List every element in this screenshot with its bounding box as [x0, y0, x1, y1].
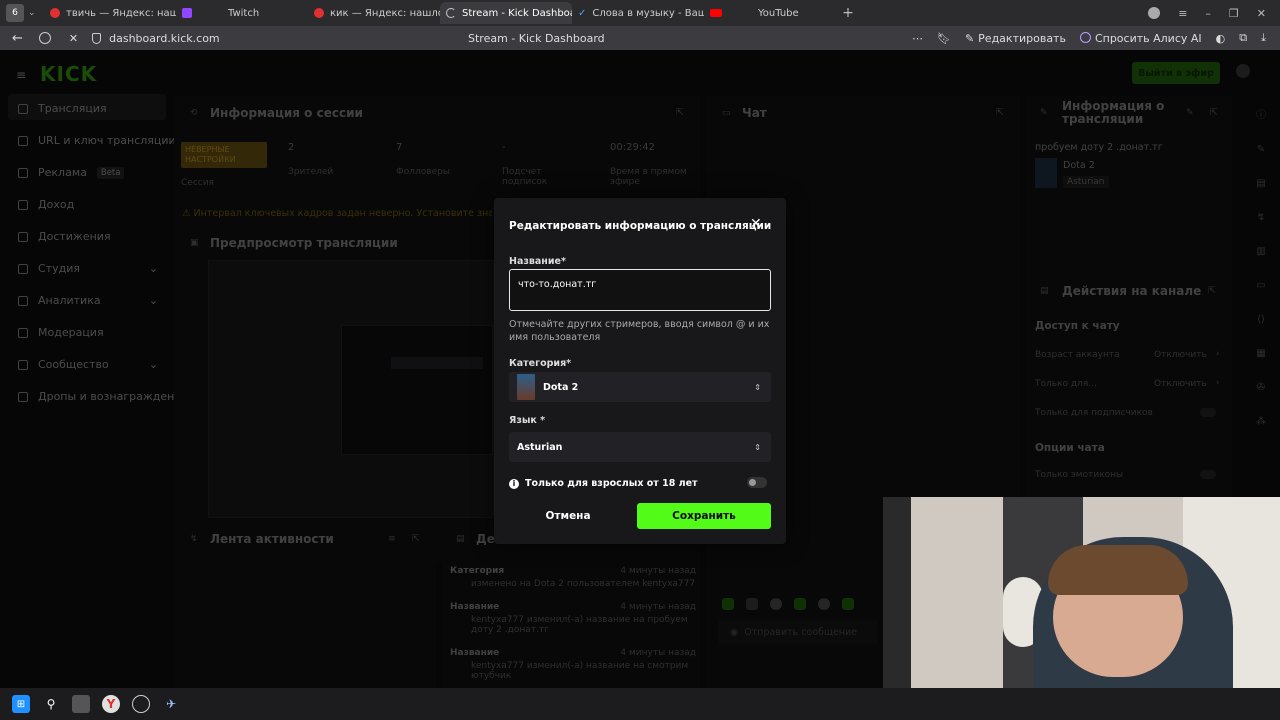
twitch-favicon-icon: [182, 8, 192, 18]
language-field-label: Язык *: [509, 415, 546, 426]
windows-start-icon[interactable]: ⊞: [12, 695, 30, 713]
download-icon[interactable]: ⤓: [1261, 31, 1266, 45]
alice-ai-icon[interactable]: Спросить Алису AI: [1079, 31, 1202, 45]
search-icon[interactable]: ⚲: [42, 695, 60, 713]
obs-icon[interactable]: [132, 695, 150, 713]
category-select[interactable]: Dota 2 ⇕: [509, 372, 771, 402]
adult-content-toggle[interactable]: [747, 477, 767, 488]
select-arrows-icon: ⇕: [754, 382, 761, 392]
webcam-overlay: [883, 497, 1280, 688]
close-window-icon[interactable]: ✕: [1257, 7, 1266, 20]
back-arrow-icon[interactable]: ←: [12, 31, 23, 46]
music-ai-favicon-icon: ✓: [578, 7, 587, 19]
tab-twitch[interactable]: Twitch: [176, 2, 308, 24]
youtube-favicon-icon: [710, 9, 722, 17]
bookmark-icon[interactable]: 🔖︎: [937, 32, 951, 45]
close-modal-icon[interactable]: ✕: [750, 216, 762, 232]
windows-taskbar: ⊞ ⚲ Y ✈: [0, 688, 1280, 720]
stop-loading-icon[interactable]: ✕: [69, 32, 78, 45]
tab-youtube[interactable]: YouTube: [704, 2, 836, 24]
save-button[interactable]: Сохранить: [637, 503, 771, 529]
file-explorer-icon[interactable]: [72, 695, 90, 713]
profile-avatar-icon[interactable]: [1148, 7, 1161, 19]
yandex-browser-icon[interactable]: Y: [102, 695, 120, 713]
tab-yandex-kick[interactable]: кик — Яндекс: нашлось 7: [308, 2, 440, 24]
site-info-shield-icon[interactable]: [92, 32, 102, 44]
loading-spinner-icon: [446, 8, 456, 18]
page-title-text: Stream - Kick Dashboard: [468, 31, 605, 45]
edit-stream-info-modal: Редактировать информацию о трансляции ✕ …: [494, 198, 786, 544]
cancel-button[interactable]: Отмена: [509, 503, 627, 529]
steam-icon[interactable]: ✈: [162, 695, 180, 713]
browser-address-bar: ← ✕ dashboard.kick.com Stream - Kick Das…: [0, 26, 1280, 50]
info-circle-icon[interactable]: i: [509, 478, 519, 489]
tab-list-chevron-icon[interactable]: ⌄: [28, 8, 44, 18]
category-field-label: Категория*: [509, 358, 572, 369]
title-field-label: Название*: [509, 256, 566, 267]
yandex-favicon-icon: [50, 8, 60, 18]
yandex-favicon-icon: [314, 8, 324, 18]
browser-tab-bar: 6 ⌄ твичь — Яндекс: нашлос Twitch кик — …: [0, 0, 1280, 26]
collections-icon[interactable]: ⧉: [1239, 31, 1247, 45]
more-dots-icon[interactable]: ⋯: [912, 32, 923, 45]
tab-music-ai[interactable]: ✓Слова в музыку - Ваш AI: [572, 2, 704, 24]
hamburger-menu-icon[interactable]: ≡: [1178, 7, 1187, 20]
modal-title: Редактировать информацию о трансляции: [509, 220, 772, 232]
reader-mode-icon[interactable]: ◐: [1216, 32, 1226, 45]
new-tab-plus-icon[interactable]: +: [836, 5, 860, 21]
edit-pen-icon[interactable]: ✎ Редактировать: [965, 32, 1066, 45]
minimize-window-icon[interactable]: –: [1205, 7, 1211, 20]
mention-hint: Отмечайте других стримеров, вводя символ…: [509, 319, 770, 343]
select-arrows-icon: ⇕: [754, 442, 761, 452]
tab-yandex-twitch[interactable]: твичь — Яндекс: нашлос: [44, 2, 176, 24]
dota2-cover-icon: [517, 374, 535, 400]
browser-menu-icon[interactable]: 6: [6, 4, 24, 22]
tab-kick-dashboard[interactable]: Stream - Kick Dashboard✕: [440, 2, 572, 24]
yandex-home-icon[interactable]: [38, 32, 51, 44]
stream-title-input[interactable]: что-то.донат.тг: [509, 269, 771, 311]
language-select[interactable]: Asturian ⇕: [509, 432, 771, 462]
maximize-window-icon[interactable]: ❐: [1229, 7, 1239, 20]
adult-content-row: i Только для взрослых от 18 лет: [509, 478, 698, 489]
url-text[interactable]: dashboard.kick.com: [109, 32, 220, 45]
